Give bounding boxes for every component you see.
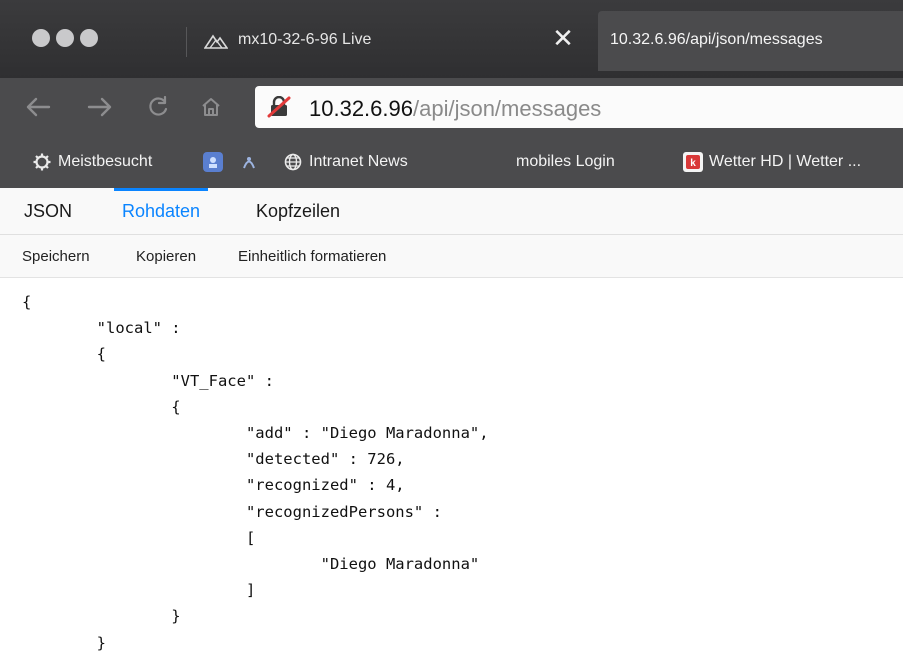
url-path: /api/json/messages [412, 96, 602, 121]
bookmark-label: Meistbesucht [58, 153, 153, 170]
raw-line: } [22, 656, 31, 662]
navigation-bar: 10.32.6.96/api/json/messages [0, 78, 903, 136]
bookmark-favicon [239, 152, 259, 172]
raw-line: "Diego Maradonna" [22, 555, 480, 573]
window-close-button[interactable] [32, 29, 50, 47]
close-tab-icon[interactable]: ✕ [550, 25, 576, 51]
viewer-action-bar: Speichern Kopieren Einheitlich formatier… [0, 235, 903, 278]
url-host: 10.32.6.96 [309, 96, 413, 121]
window-minimize-button[interactable] [56, 29, 74, 47]
bookmark-mobiles-login[interactable]: mobiles Login [500, 150, 615, 174]
raw-line: "recognizedPersons" : [22, 502, 442, 521]
bookmark-label: mobiles Login [516, 153, 615, 170]
raw-line: "detected" : 726, [22, 450, 405, 469]
bookmark-item[interactable] [203, 150, 223, 174]
bookmark-item[interactable] [239, 150, 259, 174]
bookmark-label: Wetter HD | Wetter ... [709, 153, 862, 170]
mountain-icon [203, 30, 229, 55]
window-zoom-button[interactable] [80, 29, 98, 47]
raw-line: [ [22, 528, 256, 547]
reload-icon [149, 96, 168, 116]
home-icon [202, 98, 220, 116]
bookmark-favicon [203, 152, 223, 172]
raw-line: { [22, 293, 32, 311]
bookmark-favicon [500, 152, 510, 172]
bookmark-meistbesucht[interactable]: Meistbesucht [32, 150, 152, 174]
bookmark-wetter[interactable]: k Wetter HD | Wetter ... [683, 150, 861, 174]
raw-line: "VT_Face" : [22, 371, 274, 390]
raw-line: } [22, 633, 106, 652]
bookmarks-bar: Meistbesucht Intranet News mobiles Login… [0, 136, 903, 188]
bookmark-label: Intranet News [309, 153, 408, 170]
raw-line: "local" : [22, 319, 181, 338]
url-text: 10.32.6.96/api/json/messages [309, 96, 601, 122]
gear-icon [32, 152, 52, 172]
raw-line: } [22, 607, 181, 626]
tab-separator [186, 27, 187, 57]
viewer-tab-bar: JSON Rohdaten Kopfzeilen [0, 188, 903, 235]
tab-live[interactable]: mx10-32-6-96 Live ✕ [186, 11, 597, 71]
raw-line: { [22, 397, 181, 416]
svg-text:k: k [690, 158, 696, 169]
copy-button[interactable]: Kopieren [136, 235, 196, 278]
arrow-right-icon [87, 97, 112, 117]
tab-messages[interactable]: 10.32.6.96/api/json/messages [598, 11, 903, 71]
globe-icon [283, 152, 303, 172]
pretty-print-button[interactable]: Einheitlich formatieren [238, 235, 386, 278]
arrow-left-icon [26, 97, 51, 117]
raw-line: ] [22, 581, 256, 600]
weather-favicon: k [683, 152, 703, 172]
raw-line: { [22, 345, 106, 364]
tab-kopfzeilen[interactable]: Kopfzeilen [256, 188, 340, 235]
back-button[interactable] [22, 91, 54, 123]
tab-title: 10.32.6.96/api/json/messages [610, 31, 823, 48]
address-bar[interactable]: 10.32.6.96/api/json/messages [255, 86, 903, 128]
tab-strip: mx10-32-6-96 Live ✕ 10.32.6.96/api/json/… [0, 0, 903, 78]
insecure-lock-icon [267, 95, 291, 123]
raw-line: "recognized" : 4, [22, 476, 405, 495]
save-button[interactable]: Speichern [22, 235, 90, 278]
reload-button[interactable] [142, 91, 174, 123]
raw-line: "add" : "Diego Maradonna", [22, 424, 489, 442]
tab-json[interactable]: JSON [24, 188, 72, 235]
forward-button[interactable] [84, 91, 116, 123]
tab-title: mx10-32-6-96 Live [238, 31, 372, 48]
bookmark-intranet-news[interactable]: Intranet News [283, 150, 408, 174]
home-button[interactable] [195, 91, 227, 123]
tab-rohdaten[interactable]: Rohdaten [113, 188, 209, 235]
